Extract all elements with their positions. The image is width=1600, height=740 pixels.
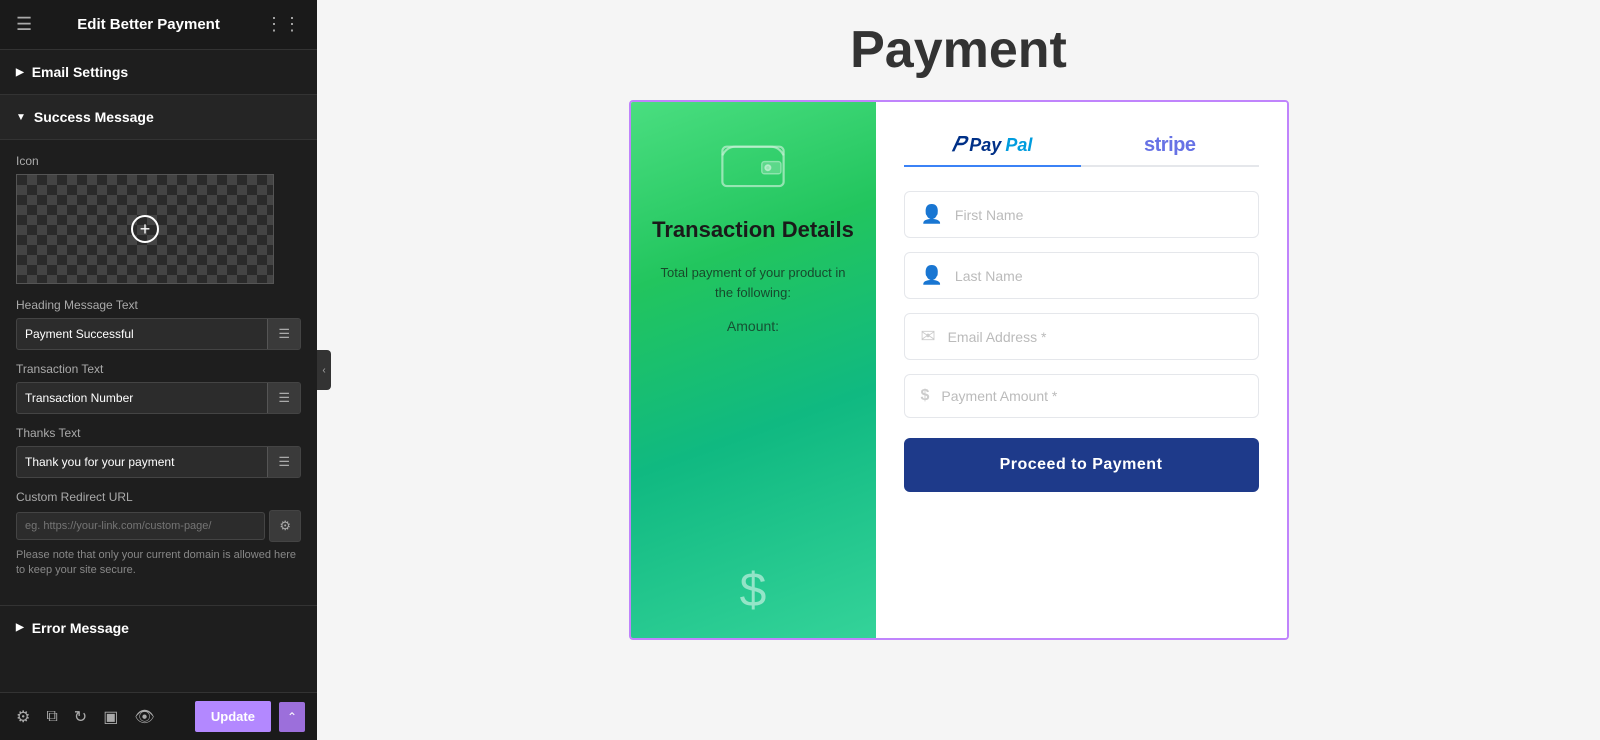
success-message-section[interactable]: ▼ Success Message [0, 95, 317, 140]
redirect-gear-btn[interactable]: ⚙ [269, 510, 301, 542]
thanks-text-input-wrapper: ☰ [16, 446, 301, 478]
paypal-text2: Pal [1005, 135, 1032, 156]
heading-message-input-wrapper: ☰ [16, 318, 301, 350]
redirect-url-label: Custom Redirect URL [16, 490, 301, 504]
update-button[interactable]: Update [195, 701, 271, 732]
heading-message-input[interactable] [17, 320, 267, 348]
dollar-icon: $ [740, 563, 767, 618]
redirect-url-row: ⚙ [16, 510, 301, 542]
chevron-up-button[interactable]: ⌃ [279, 702, 305, 732]
widget-left-panel: Transaction Details Total payment of you… [631, 102, 876, 638]
tab-stripe[interactable]: stripe [1081, 126, 1259, 165]
transaction-desc: Total payment of your product in the fol… [651, 263, 856, 302]
transaction-text-input-wrapper: ☰ [16, 382, 301, 414]
copy-icon[interactable]: ▣ [99, 703, 122, 731]
heading-message-label: Heading Message Text [16, 298, 301, 312]
tab-paypal[interactable]: 𝑃 PayPal [904, 126, 1082, 165]
wallet-icon [718, 132, 788, 197]
eye-icon[interactable]: 👁 [130, 703, 158, 731]
last-name-row: 👤 [904, 252, 1259, 299]
hamburger-icon[interactable]: ☰ [16, 14, 32, 35]
redirect-url-field: Custom Redirect URL ⚙ Please note that o… [16, 490, 301, 579]
first-name-input[interactable] [955, 207, 1242, 223]
user-icon-firstname: 👤 [921, 204, 943, 225]
arrow-down-icon: ▼ [16, 112, 26, 123]
icon-upload-area[interactable]: + [16, 174, 274, 284]
redirect-url-input[interactable] [16, 512, 265, 540]
transaction-title: Transaction Details [652, 217, 854, 243]
error-message-label: Error Message [32, 620, 129, 636]
sidebar-title: Edit Better Payment [77, 16, 220, 33]
heading-message-field: Heading Message Text ☰ [16, 298, 301, 350]
redirect-note: Please note that only your current domai… [16, 548, 301, 579]
success-message-label: Success Message [34, 109, 154, 125]
payment-amount-row: $ [904, 374, 1259, 418]
bottom-toolbar: ⚙ ⧉ ↻ ▣ 👁 Update ⌃ [0, 692, 317, 740]
dollar-amount-icon: $ [921, 387, 930, 405]
transaction-text-field: Transaction Text ☰ [16, 362, 301, 414]
thanks-text-field: Thanks Text ☰ [16, 426, 301, 478]
sidebar-collapse-handle[interactable]: ‹ [317, 350, 331, 390]
stripe-text: stripe [1144, 134, 1195, 157]
payment-widget: Transaction Details Total payment of you… [629, 100, 1289, 640]
email-settings-section[interactable]: ▶ Email Settings [0, 50, 317, 95]
plus-icon: + [131, 215, 159, 243]
transaction-text-label: Transaction Text [16, 362, 301, 376]
last-name-input[interactable] [955, 268, 1242, 284]
page-title: Payment [850, 20, 1067, 80]
paypal-p-letter: 𝑃 [952, 134, 965, 157]
first-name-row: 👤 [904, 191, 1259, 238]
email-input[interactable] [948, 329, 1242, 345]
amount-label: Amount: [727, 318, 779, 334]
sidebar: ☰ Edit Better Payment ⋮⋮ ▶ Email Setting… [0, 0, 317, 740]
icon-field: Icon + [16, 154, 301, 284]
user-icon-lastname: 👤 [921, 265, 943, 286]
transaction-text-input[interactable] [17, 384, 267, 412]
settings-icon[interactable]: ⚙ [12, 703, 34, 731]
layers-icon[interactable]: ⧉ [42, 704, 61, 730]
error-message-section[interactable]: ▶ Error Message [0, 606, 317, 650]
grid-icon[interactable]: ⋮⋮ [265, 14, 301, 35]
paypal-logo: 𝑃 PayPal [952, 134, 1032, 157]
paypal-text: Pay [969, 135, 1001, 156]
email-row: ✉ [904, 313, 1259, 360]
main-content: Payment Transaction Details Total paymen… [317, 0, 1600, 740]
proceed-to-payment-button[interactable]: Proceed to Payment [904, 438, 1259, 492]
arrow-right-icon: ▶ [16, 67, 24, 78]
heading-message-icon-btn[interactable]: ☰ [267, 319, 300, 349]
thanks-text-input[interactable] [17, 448, 267, 476]
sidebar-header: ☰ Edit Better Payment ⋮⋮ [0, 0, 317, 50]
thanks-icon-btn[interactable]: ☰ [267, 447, 300, 477]
success-message-content: Icon + Heading Message Text ☰ Transactio… [0, 140, 317, 606]
sidebar-content: ▶ Email Settings ▼ Success Message Icon … [0, 50, 317, 740]
icon-label: Icon [16, 154, 301, 168]
widget-right-panel: 𝑃 PayPal stripe 👤 👤 ✉ [876, 102, 1287, 638]
history-icon[interactable]: ↻ [70, 703, 91, 731]
payment-tabs: 𝑃 PayPal stripe [904, 126, 1259, 167]
arrow-right-error-icon: ▶ [16, 622, 24, 633]
payment-amount-input[interactable] [941, 388, 1241, 404]
thanks-text-label: Thanks Text [16, 426, 301, 440]
email-icon: ✉ [921, 326, 936, 347]
wallet-svg [718, 132, 788, 192]
email-settings-label: Email Settings [32, 64, 128, 80]
transaction-icon-btn[interactable]: ☰ [267, 383, 300, 413]
